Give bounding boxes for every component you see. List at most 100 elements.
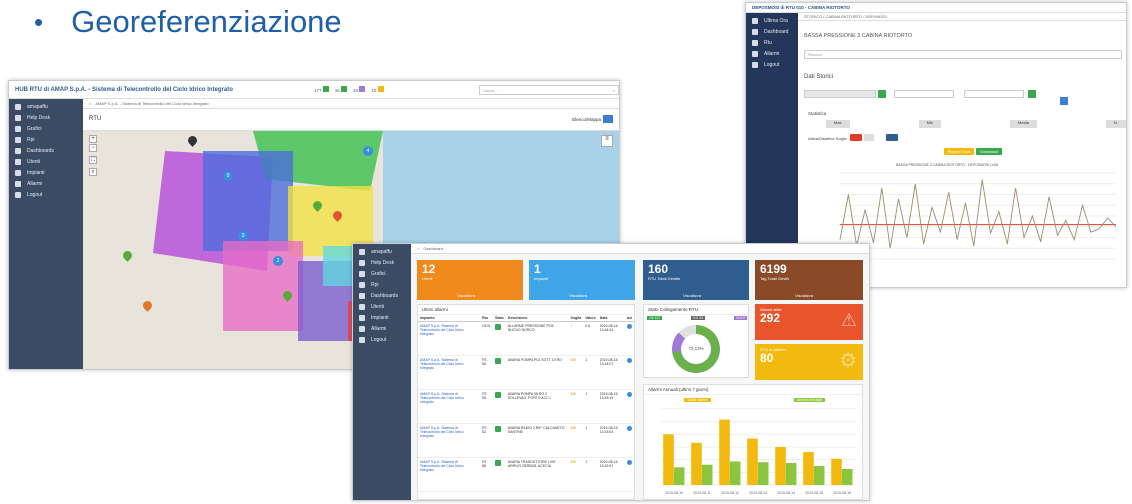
rtu-alarm-card[interactable]: RTU in allarme 80 ⚙ [755, 344, 863, 380]
cell-6: 2019-08-16 13:44:07 [597, 355, 625, 390]
rtu-pin[interactable] [141, 299, 154, 312]
zone-blue[interactable] [203, 151, 293, 251]
zoom-out-button[interactable]: − [89, 144, 97, 152]
cell-impianto[interactable]: AMAP S.p.A. Sistema di Telecontrollo del… [418, 423, 481, 458]
cell-soglia: 2/5 [568, 457, 584, 492]
badge-na: N.A 9 [734, 316, 747, 320]
row-action[interactable] [624, 389, 634, 424]
card-link[interactable]: Visualizza [457, 293, 475, 298]
sidebar-item-helpdesk[interactable]: Help Desk [9, 112, 83, 123]
date-from-input[interactable] [894, 90, 954, 98]
table-row[interactable]: AMAP S.p.A. Sistema di Telecontrollo del… [418, 321, 634, 356]
users-card[interactable]: 12 Utenti Visualizza [417, 260, 523, 300]
legend-total[interactable]: Totale allarmi [684, 398, 711, 402]
sidebar-item-dashboards[interactable]: Dashboards [9, 145, 83, 156]
sidebar-item-allarmi[interactable]: Allarmi [353, 323, 411, 334]
sidebar-item-logout[interactable]: Logout [353, 334, 411, 345]
cluster-marker[interactable]: 2 [273, 256, 283, 266]
sidebar-item-helpdesk[interactable]: Help Desk [353, 257, 411, 268]
sidebar-item-dashboards[interactable]: Dashboards [353, 290, 411, 301]
x-tick-label: 2019-08-14 [777, 491, 795, 495]
row-action[interactable] [624, 321, 634, 356]
card-link[interactable]: Visualizza [795, 293, 813, 298]
row-action[interactable] [624, 355, 634, 390]
sidebar-item-user[interactable]: amapaffu [353, 246, 411, 257]
alarms-table-panel: Ultimi allarmi Impianto Rtu Stato Descri… [417, 304, 635, 500]
home-icon[interactable]: ⌂ [89, 101, 91, 106]
sidebar-item-impianti[interactable]: Impianti [9, 167, 83, 178]
plants-card[interactable]: 1 Impianti Visualizza [529, 260, 635, 300]
power-icon [15, 191, 21, 198]
sidebar-item-allarmi[interactable]: Allarmi [9, 178, 83, 189]
sidebar-item-rtu[interactable]: Rtu [746, 37, 798, 48]
sidebar-item-dashboard[interactable]: Dashboard [746, 26, 798, 37]
period-select[interactable] [804, 90, 876, 98]
counter-na[interactable]: 24 [353, 86, 366, 93]
counter-rtu[interactable]: 177 [314, 86, 329, 93]
search-input[interactable]: Cerca... ⌕ [479, 85, 619, 95]
map-view-button[interactable] [603, 115, 613, 123]
table-view-button[interactable] [1060, 97, 1068, 105]
card-link[interactable]: Visualizza [569, 293, 587, 298]
fullscreen-button[interactable]: ⛶ [89, 156, 97, 164]
sidebar-item-utenti[interactable]: Utenti [9, 156, 83, 167]
table-row[interactable]: AMAP S.p.A. Sistema di Telecontrollo del… [418, 355, 634, 390]
threshold-toggle-blue[interactable] [886, 134, 898, 141]
threshold-toggle-red[interactable] [850, 134, 862, 141]
row-action[interactable] [624, 423, 634, 458]
sidebar-item-user[interactable]: amapaffu [9, 101, 83, 112]
history-select[interactable]: Ricerca [804, 50, 1122, 59]
zone-pink[interactable] [223, 241, 303, 331]
cell-impianto[interactable]: AMAP S.p.A. Sistema di Telecontrollo del… [418, 321, 481, 356]
active-alarms-card[interactable]: Allarmi attivi 292 ⚠ [755, 304, 863, 340]
table-row[interactable]: AMAP S.p.A. Sistema di Telecontrollo del… [418, 457, 634, 492]
rtu-pin[interactable] [121, 249, 134, 262]
cell-1: RT-88 [480, 457, 494, 492]
cluster-marker[interactable]: 3 [238, 231, 248, 241]
rtu-pin[interactable] [186, 134, 199, 147]
rtu-card[interactable]: 160 RTU Totali Gestite Visualizza [643, 260, 749, 300]
sidebar-item-allarmi[interactable]: Allarmi [746, 48, 798, 59]
download-button[interactable]: Download [976, 148, 1002, 155]
row-action[interactable] [624, 457, 634, 492]
cell-impianto[interactable]: AMAP S.p.A. Sistema di Telecontrollo del… [418, 355, 481, 390]
legend-cancelled[interactable]: Allarmi Annullati [794, 398, 825, 402]
table-row[interactable]: AMAP S.p.A. Sistema di Telecontrollo del… [418, 389, 634, 424]
sidebar-item-utenti[interactable]: Utenti [353, 301, 411, 312]
map-search-button[interactable]: ⌕ [89, 168, 97, 176]
cell-impianto[interactable]: AMAP S.p.A. Sistema di Telecontrollo del… [418, 457, 481, 492]
helpdesk-icon [15, 114, 21, 121]
slide-title: • Georeferenziazione [34, 4, 342, 40]
sidebar-item-rpi[interactable]: Rpi [9, 134, 83, 145]
thresholds-label: Attiva/Disattiva Soglie [808, 136, 847, 141]
report-excel-button[interactable]: Report Excel [944, 148, 974, 155]
sidebar-item-impianti[interactable]: Impianti [353, 312, 411, 323]
tags-card[interactable]: 6199 Tag Totali Gestiti Visualizza [755, 260, 863, 300]
users-icon [359, 303, 365, 310]
cluster-marker[interactable]: 9 [223, 171, 233, 181]
layers-button[interactable]: ≡ [601, 135, 613, 147]
date-to-input[interactable] [964, 90, 1024, 98]
zoom-in-button[interactable]: + [89, 135, 97, 143]
donut-title: Stato Collegamento RTU [644, 305, 748, 315]
stat-min: Min [918, 120, 942, 128]
apply-button[interactable] [878, 90, 886, 98]
sidebar-item-grafici[interactable]: Grafici [9, 123, 83, 134]
sidebar-item-ultima-ora[interactable]: Ultima Ora [746, 15, 798, 26]
search-icon[interactable]: ⌕ [613, 86, 615, 95]
cluster-marker[interactable]: 4 [363, 146, 373, 156]
table-row[interactable]: AMAP S.p.A. Sistema di Telecontrollo del… [418, 423, 634, 458]
card-label: Impianti [534, 276, 549, 281]
threshold-toggle-grey[interactable] [864, 134, 874, 141]
home-icon[interactable]: ⌂ [417, 246, 419, 251]
sidebar-item-grafici[interactable]: Grafici [353, 268, 411, 279]
cell-impianto[interactable]: AMAP S.p.A. Sistema di Telecontrollo del… [418, 389, 481, 424]
sidebar-item-logout[interactable]: Logout [9, 189, 83, 200]
counter-warn[interactable]: 10 [371, 86, 384, 93]
search-button[interactable] [1028, 90, 1036, 98]
filter-bar [804, 89, 1122, 105]
sidebar-item-rpi[interactable]: Rpi [353, 279, 411, 290]
sidebar-item-logout[interactable]: Logout [746, 59, 798, 70]
counter-ok[interactable]: 15 [335, 86, 348, 93]
card-link[interactable]: Visualizza [683, 293, 701, 298]
